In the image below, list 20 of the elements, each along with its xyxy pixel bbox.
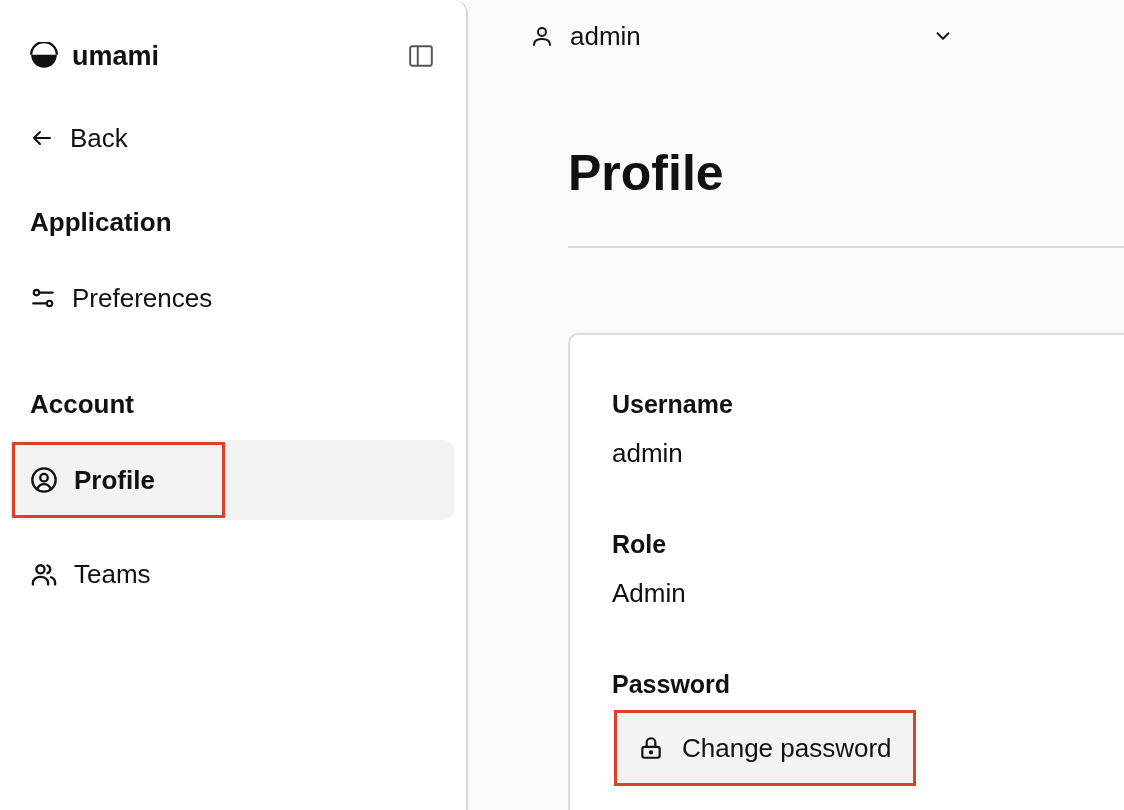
field-label: Password	[612, 670, 732, 700]
logo-icon	[30, 42, 58, 70]
field-label: Username	[612, 390, 734, 420]
user-icon	[530, 24, 554, 48]
section-heading: Application	[29, 205, 173, 239]
user-menu[interactable]: admin	[570, 20, 916, 52]
field-label: Role	[612, 530, 668, 560]
field-value: admin	[612, 438, 684, 470]
change-password-button[interactable]: Change password	[616, 712, 914, 784]
nav-item[interactable]: Profile	[10, 440, 454, 520]
lock-icon	[638, 735, 664, 761]
page-title: Profile	[568, 144, 725, 203]
sidebar-toggle-icon[interactable]	[408, 43, 434, 69]
section-heading: Account	[29, 387, 135, 421]
user-circle-icon	[30, 466, 58, 494]
field-value: Admin	[612, 578, 687, 610]
nav-item[interactable]: Teams	[10, 534, 454, 614]
nav-item[interactable]: Preferences	[10, 258, 454, 338]
back-link[interactable]: Back	[10, 110, 454, 166]
brand-name: umami	[72, 40, 161, 72]
